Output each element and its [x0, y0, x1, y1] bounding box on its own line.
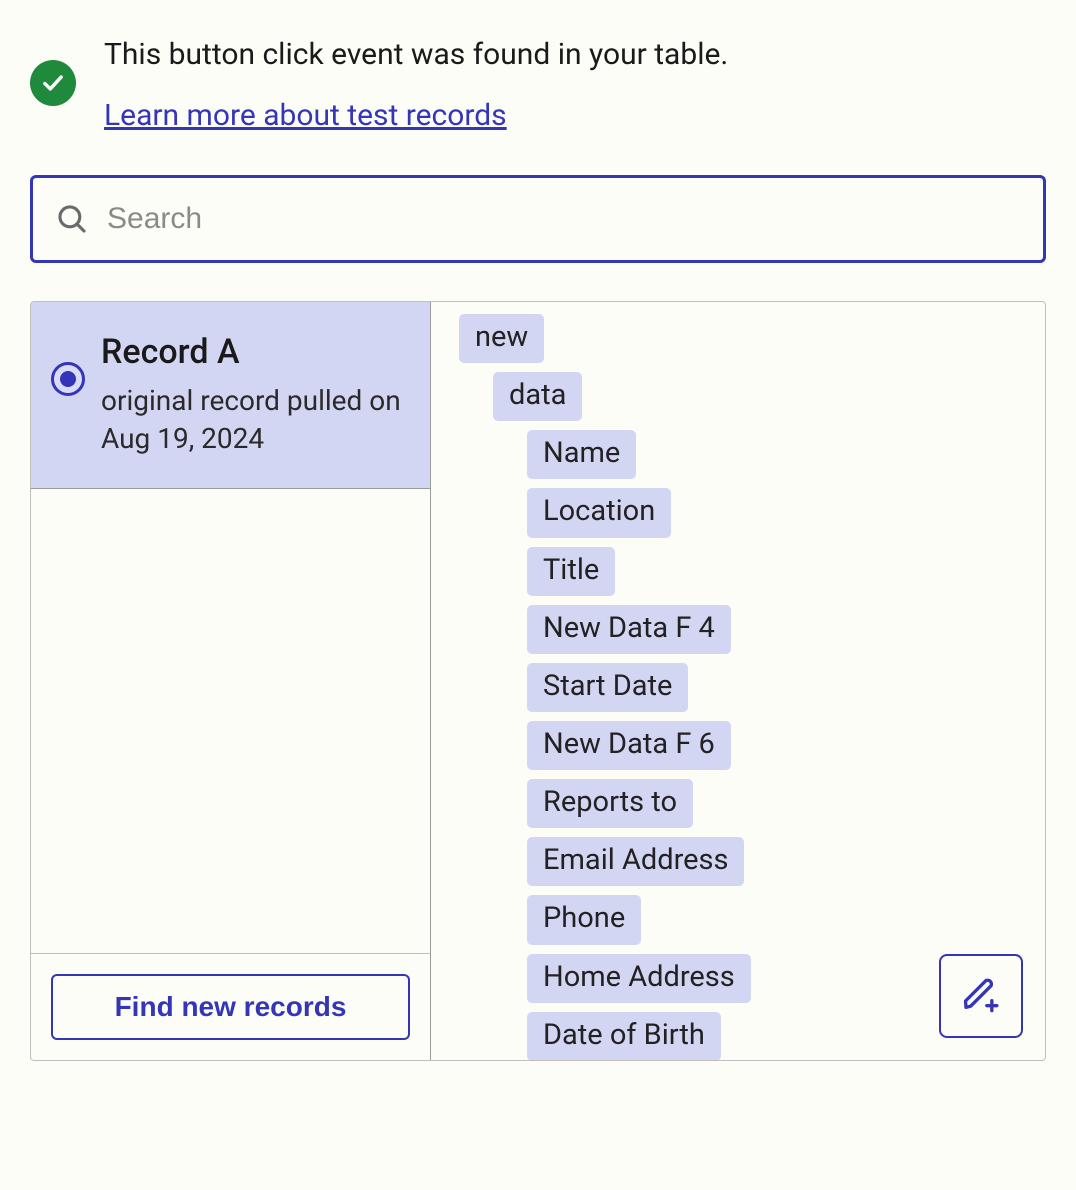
- tree-node[interactable]: new: [459, 314, 544, 363]
- search-icon: [55, 202, 89, 236]
- tree-leaf[interactable]: Title: [527, 547, 615, 596]
- find-new-records-button[interactable]: Find new records: [51, 974, 410, 1040]
- tree-leaf[interactable]: New Data F 4: [527, 605, 731, 654]
- tree-leaf[interactable]: Start Date: [527, 663, 688, 712]
- record-title: Record A: [101, 332, 406, 372]
- tree-leaf[interactable]: Reports to: [527, 779, 693, 828]
- tree-leaf[interactable]: Name: [527, 430, 636, 479]
- tree-node[interactable]: data: [493, 372, 582, 421]
- tree-leaf[interactable]: Email Address: [527, 837, 744, 886]
- tree-leaf[interactable]: Location: [527, 488, 671, 537]
- field-tree: new data Name Location Title New Data F …: [431, 302, 1045, 1060]
- record-item-body: Record A original record pulled on Aug 1…: [101, 332, 406, 458]
- notification-message: This button click event was found in you…: [104, 34, 728, 76]
- search-box[interactable]: [30, 175, 1046, 263]
- tree-leaf[interactable]: Date of Birth: [527, 1012, 721, 1060]
- record-subtitle: original record pulled on Aug 19, 2024: [101, 382, 406, 458]
- record-radio[interactable]: [51, 362, 85, 396]
- event-found-notification: This button click event was found in you…: [30, 34, 1046, 133]
- tree-leaf[interactable]: New Data F 6: [527, 721, 731, 770]
- tree-leaf[interactable]: Phone: [527, 895, 641, 944]
- records-list-column: Record A original record pulled on Aug 1…: [31, 302, 431, 1060]
- record-detail-column: new data Name Location Title New Data F …: [431, 302, 1045, 1060]
- pencil-plus-icon: [961, 974, 1001, 1018]
- notification-body: This button click event was found in you…: [104, 34, 728, 133]
- success-check-icon: [30, 60, 76, 106]
- records-empty-space: [31, 489, 430, 953]
- search-input[interactable]: [107, 202, 1021, 236]
- find-records-row: Find new records: [31, 953, 430, 1060]
- records-panel: Record A original record pulled on Aug 1…: [30, 301, 1046, 1061]
- tree-leaf[interactable]: Home Address: [527, 954, 751, 1003]
- record-item[interactable]: Record A original record pulled on Aug 1…: [31, 302, 430, 489]
- edit-button[interactable]: [939, 954, 1023, 1038]
- learn-more-link[interactable]: Learn more about test records: [104, 98, 507, 133]
